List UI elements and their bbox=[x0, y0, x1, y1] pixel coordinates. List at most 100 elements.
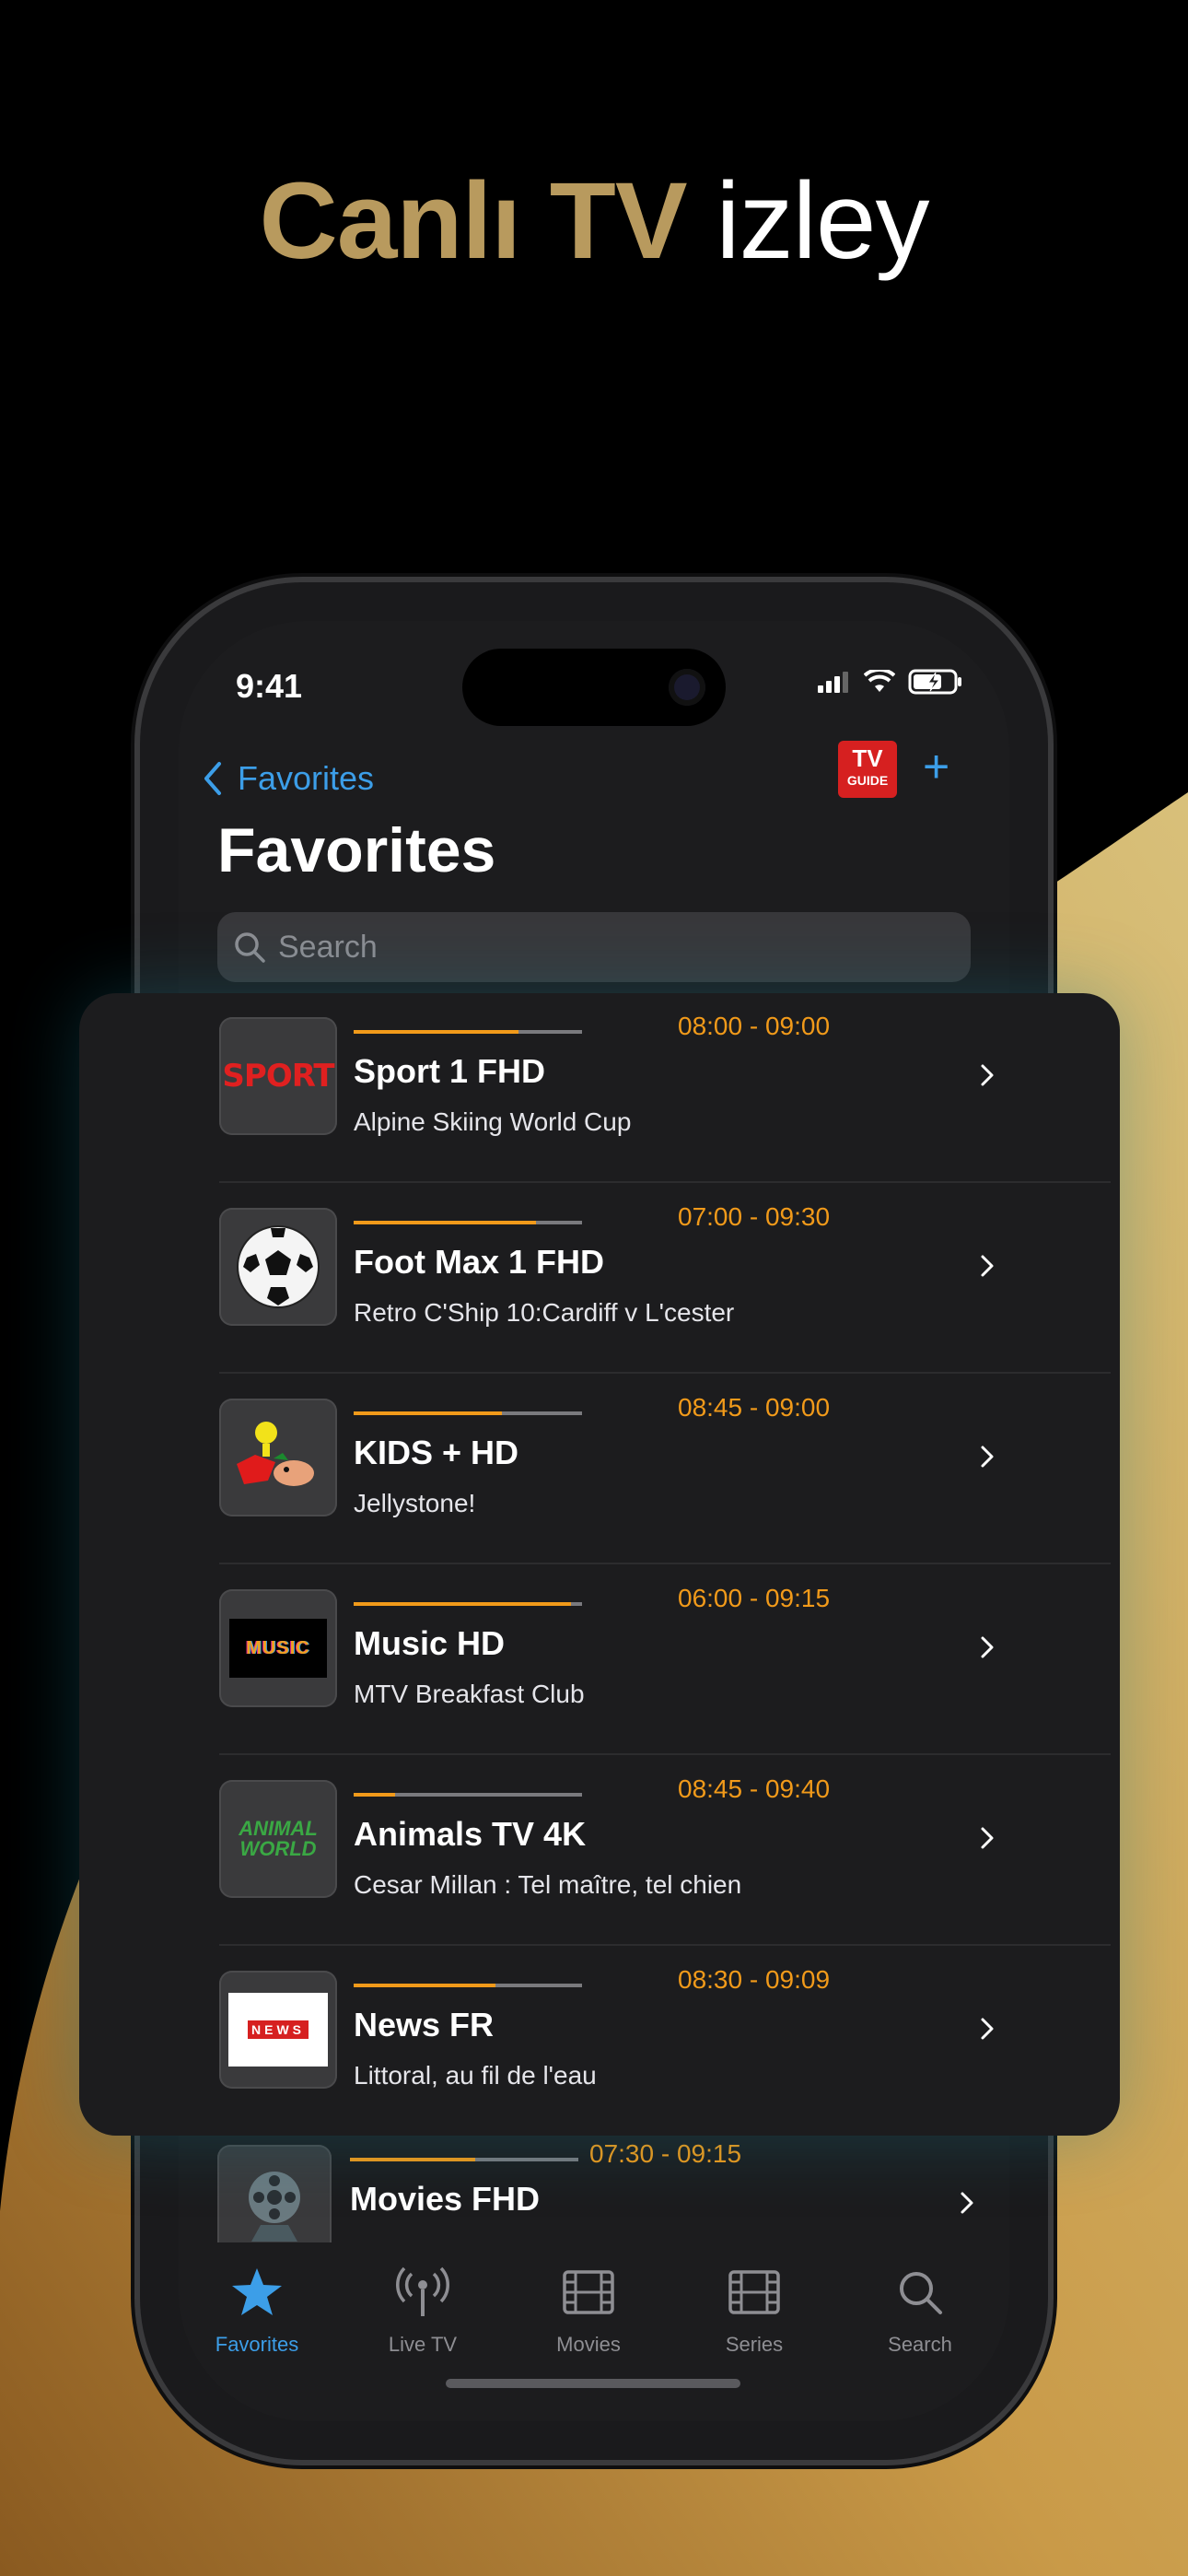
tab-series[interactable]: Series bbox=[694, 2266, 814, 2357]
channel-name: KIDS + HD bbox=[354, 1434, 519, 1471]
tab-bar: Favorites Live TV Movies Series Search bbox=[179, 2242, 1009, 2421]
battery-icon bbox=[908, 669, 961, 695]
tab-label: Series bbox=[725, 2333, 784, 2356]
program-title: MTV Breakfast Club bbox=[354, 1680, 585, 1708]
music-logo-plate: MUSIC bbox=[229, 1619, 327, 1678]
status-icons bbox=[818, 669, 963, 695]
animal-world-logo-text: ANIMAL WORLD bbox=[239, 1817, 318, 1860]
headline-light: izley bbox=[716, 160, 929, 282]
progress-bar bbox=[350, 2158, 578, 2161]
program-title: Alpine Skiing World Cup bbox=[354, 1107, 632, 1136]
favorites-card: SPORT 08:00 - 09:00 Sport 1 FHD Alpine S… bbox=[79, 993, 1120, 2136]
tv-guide-button[interactable]: TV GUIDE bbox=[838, 741, 897, 798]
page-title: Favorites bbox=[217, 815, 496, 885]
antenna-icon bbox=[396, 2266, 449, 2316]
kids-cartoon-icon bbox=[237, 1422, 314, 1486]
channel-name: News FR bbox=[354, 2006, 495, 2043]
channel-name: Movies FHD bbox=[350, 2180, 541, 2218]
add-button[interactable]: + bbox=[923, 739, 949, 794]
channel-logo: SPORT bbox=[219, 1017, 337, 1135]
tab-favorites[interactable]: Favorites bbox=[197, 2266, 317, 2357]
divider bbox=[219, 1181, 1111, 1183]
tab-label: Live TV bbox=[388, 2333, 458, 2356]
back-label: Favorites bbox=[238, 759, 375, 797]
search-input[interactable]: Search bbox=[217, 912, 971, 982]
progress-bar bbox=[354, 1602, 582, 1606]
tab-label: Favorites bbox=[215, 2333, 299, 2356]
channel-name: Animals TV 4K bbox=[354, 1815, 587, 1853]
progress-bar bbox=[354, 1411, 582, 1415]
program-title: Jellystone! bbox=[354, 1489, 476, 1517]
film-icon bbox=[563, 2270, 614, 2314]
list-item[interactable]: SPORT 08:00 - 09:00 Sport 1 FHD Alpine S… bbox=[219, 993, 1111, 1183]
progress-fill bbox=[354, 1602, 571, 1606]
channel-logo bbox=[219, 1208, 337, 1326]
chevron-right-icon bbox=[981, 1446, 994, 1468]
back-button[interactable]: Favorites bbox=[203, 759, 374, 798]
program-title: Cesar Millan : Tel maître, tel chien bbox=[354, 1870, 742, 1899]
channel-logo: NEWS bbox=[219, 1971, 337, 2089]
channel-name: Music HD bbox=[354, 1624, 506, 1662]
channel-name: Sport 1 FHD bbox=[354, 1052, 546, 1090]
dynamic-island bbox=[462, 649, 726, 726]
chevron-right-icon bbox=[981, 1827, 994, 1849]
chevron-right-icon bbox=[981, 2018, 994, 2040]
status-time: 9:41 bbox=[236, 667, 303, 705]
list-item[interactable]: MUSIC 06:00 - 09:15 Music HD MTV Breakfa… bbox=[219, 1565, 1111, 1755]
program-time: 08:00 - 09:00 bbox=[678, 1012, 831, 1040]
progress-bar bbox=[354, 1793, 582, 1797]
chevron-right-icon bbox=[981, 1636, 994, 1658]
progress-bar bbox=[354, 1221, 582, 1224]
list-item[interactable]: 08:45 - 09:00 KIDS + HD Jellystone! bbox=[219, 1375, 1111, 1564]
tab-search[interactable]: Search bbox=[860, 2266, 980, 2357]
tab-live-tv[interactable]: Live TV bbox=[363, 2266, 483, 2357]
program-time: 07:00 - 09:30 bbox=[678, 1202, 831, 1231]
tab-movies[interactable]: Movies bbox=[529, 2266, 648, 2357]
channel-logo: ANIMAL WORLD bbox=[219, 1780, 337, 1898]
chevron-right-icon bbox=[961, 2192, 973, 2214]
divider bbox=[219, 1563, 1111, 1564]
search-icon bbox=[235, 932, 265, 963]
divider bbox=[219, 1944, 1111, 1946]
signal-icon bbox=[818, 672, 848, 693]
film-icon bbox=[728, 2270, 780, 2314]
sport-logo-text: SPORT bbox=[222, 1058, 334, 1095]
search-placeholder: Search bbox=[278, 929, 378, 965]
divider bbox=[219, 1372, 1111, 1374]
program-time: 08:30 - 09:09 bbox=[678, 1965, 831, 1994]
tv-guide-bottom: GUIDE bbox=[846, 773, 889, 788]
program-time: 08:45 - 09:40 bbox=[678, 1774, 831, 1803]
program-time: 07:30 - 09:15 bbox=[589, 2139, 742, 2168]
progress-fill bbox=[354, 1221, 537, 1224]
progress-fill bbox=[354, 1411, 503, 1415]
progress-bar bbox=[354, 1984, 582, 1987]
progress-fill bbox=[354, 1030, 518, 1034]
tv-guide-top: TV bbox=[852, 744, 883, 772]
chevron-right-icon bbox=[981, 1064, 994, 1086]
star-icon bbox=[232, 2268, 282, 2315]
wifi-icon bbox=[864, 670, 895, 692]
list-item[interactable]: 07:00 - 09:30 Foot Max 1 FHD Retro C'Shi… bbox=[219, 1184, 1111, 1374]
tab-label: Movies bbox=[556, 2333, 621, 2356]
channel-logo: MUSIC bbox=[219, 1589, 337, 1707]
camera-icon bbox=[669, 669, 705, 706]
chevron-left-icon bbox=[204, 762, 221, 795]
program-title: Littoral, au fil de l'eau bbox=[354, 2061, 597, 2090]
news-logo-plate: NEWS bbox=[228, 1993, 328, 2067]
divider bbox=[219, 1753, 1111, 1755]
home-indicator[interactable] bbox=[446, 2379, 740, 2388]
program-time: 08:45 - 09:00 bbox=[678, 1393, 831, 1422]
channel-logo bbox=[219, 1399, 337, 1516]
film-reel-icon bbox=[249, 2172, 300, 2242]
list-item[interactable]: NEWS 08:30 - 09:09 News FR Littoral, au … bbox=[219, 1947, 1111, 2136]
tab-label: Search bbox=[888, 2333, 952, 2356]
progress-fill bbox=[354, 1793, 395, 1797]
soccer-ball-icon bbox=[237, 1225, 320, 1308]
news-logo-text: NEWS bbox=[248, 2020, 309, 2039]
progress-bar bbox=[354, 1030, 582, 1034]
headline: Canlı TV izley bbox=[0, 152, 1188, 290]
list-item[interactable]: ANIMAL WORLD 08:45 - 09:40 Animals TV 4K… bbox=[219, 1756, 1111, 1946]
progress-fill bbox=[354, 1984, 495, 1987]
program-title: Retro C'Ship 10:Cardiff v L'cester bbox=[354, 1298, 735, 1327]
music-logo-text: MUSIC bbox=[246, 1637, 310, 1658]
